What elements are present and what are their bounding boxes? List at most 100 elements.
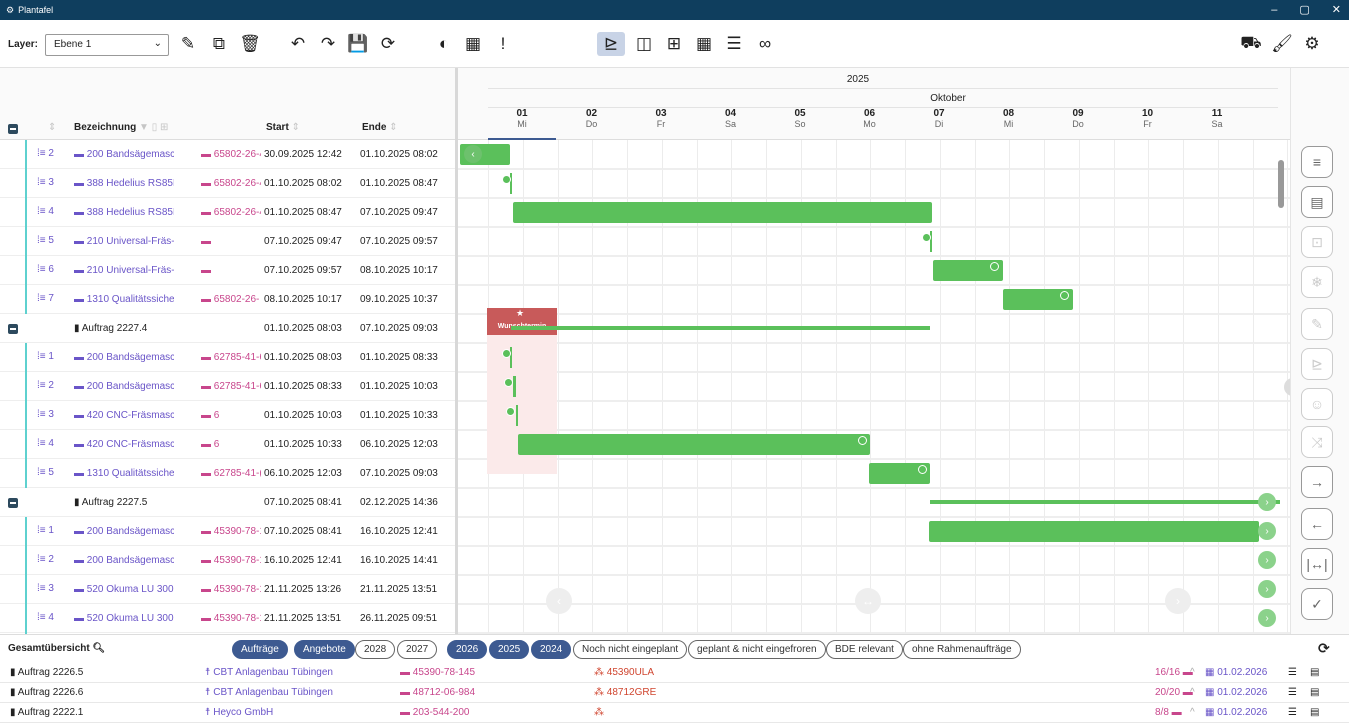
filter-chip[interactable]: 2025: [489, 640, 530, 659]
collapse-icon[interactable]: [8, 324, 18, 334]
filter-chip[interactable]: geplant & nicht eingefroren: [688, 640, 826, 659]
summary-bar[interactable]: [511, 326, 930, 330]
reload-icon[interactable]: ⟳: [1318, 640, 1330, 657]
numbered-list-icon[interactable]: ≡: [1301, 146, 1333, 178]
overview-code[interactable]: ⁂ 48712GRE: [594, 687, 656, 698]
next-arrow-icon[interactable]: ›: [1258, 551, 1276, 569]
overview-customer[interactable]: ☨ CBT Anlagenbau Tübingen: [205, 687, 333, 698]
overview-row[interactable]: ▮ Auftrag 2226.6 ☨ CBT Anlagenbau Tübinge…: [0, 683, 1349, 703]
overview-row[interactable]: ▮ Auftrag 2222.1 ☨ Heyco GmbH ▬ 203-544-20…: [0, 703, 1349, 723]
status-check-icon[interactable]: [918, 465, 927, 474]
grid-view-icon[interactable]: ⊞: [664, 32, 684, 56]
list-view-icon[interactable]: ☰: [724, 32, 744, 56]
table-icon[interactable]: ▤: [1310, 667, 1319, 678]
chevron-up-icon[interactable]: ^: [1190, 667, 1195, 678]
filter-chip[interactable]: 2028: [355, 640, 396, 659]
scroll-right-icon[interactable]: ›: [1165, 588, 1191, 614]
filter-chip[interactable]: Angebote: [294, 640, 355, 659]
overview-customer[interactable]: ☨ CBT Anlagenbau Tübingen: [205, 667, 333, 678]
day-header[interactable]: 04 Sa: [697, 108, 765, 129]
overview-customer[interactable]: ☨ Heyco GmbH: [205, 707, 273, 718]
gear-icon[interactable]: ⚙: [1302, 32, 1322, 56]
article-ref[interactable]: ▬ 62785-41-6: [201, 352, 261, 363]
collapse-all-icon[interactable]: [8, 124, 18, 134]
machine-name[interactable]: ▬ 388 Hedelius RS85K: [74, 178, 174, 189]
close-button[interactable]: ✕: [1332, 0, 1341, 20]
machine-name[interactable]: ▬ 210 Universal-Fräs- und Bohrmaschine: [74, 236, 174, 247]
overview-ref[interactable]: ▬ 203-544-200: [400, 707, 470, 718]
status-check-icon[interactable]: [502, 349, 511, 358]
exclamation-icon[interactable]: !: [493, 32, 513, 56]
snowflake-icon[interactable]: ❄: [1301, 266, 1333, 298]
day-header[interactable]: 10 Fr: [1114, 108, 1182, 129]
article-ref[interactable]: ▬ 65802-26-441: [201, 178, 261, 189]
delete-trash-icon[interactable]: 🗑: [239, 32, 261, 56]
article-ref[interactable]: ▬ 65802-26-441: [201, 207, 261, 218]
overview-ref[interactable]: ▬ 45390-78-145: [400, 667, 475, 678]
edit-pencil-icon[interactable]: ✎: [178, 32, 198, 56]
status-check-icon[interactable]: [922, 233, 931, 242]
article-ref[interactable]: ▬ 62785-41-(: [201, 468, 261, 479]
overview-code[interactable]: ⁂: [594, 707, 604, 718]
check-icon[interactable]: ✓: [1301, 588, 1333, 620]
machine-name[interactable]: ▬ 200 Bandsägemaschine: [74, 381, 174, 392]
list-icon[interactable]: ☰: [1288, 707, 1297, 718]
article-ref[interactable]: ▬ 6: [201, 410, 261, 421]
day-header[interactable]: 03 Fr: [627, 108, 695, 129]
layer-select[interactable]: Ebene 1 ⌄: [45, 34, 169, 56]
day-header[interactable]: 08 Mi: [975, 108, 1043, 129]
machine-name[interactable]: ▬ 200 Bandsägemaschine: [74, 149, 174, 160]
list-icon[interactable]: ☰: [1288, 667, 1297, 678]
filter-chip[interactable]: 2027: [397, 640, 438, 659]
filter-chip[interactable]: Aufträge: [232, 640, 288, 659]
chevron-up-icon[interactable]: ^: [1190, 687, 1195, 698]
gantt-bar[interactable]: [513, 202, 932, 223]
machine-name[interactable]: ▬ 1310 Qualitätssicherung: [74, 468, 174, 479]
article-ref[interactable]: ▬ 6: [201, 439, 261, 450]
gantt-bar[interactable]: [929, 521, 1259, 542]
list-icon[interactable]: ☰: [1288, 687, 1297, 698]
gantt-view-icon[interactable]: ⊵: [597, 32, 625, 56]
filter-chip[interactable]: 2024: [531, 640, 572, 659]
article-ref[interactable]: ▬ 65802-26-: [201, 294, 261, 305]
article-ref[interactable]: ▬ 62785-41-6: [201, 381, 261, 392]
filter-chip[interactable]: ohne Rahmenaufträge: [903, 640, 1021, 659]
day-header[interactable]: 05 So: [766, 108, 834, 129]
article-ref[interactable]: ▬: [201, 236, 261, 247]
vertical-scrollbar[interactable]: [1278, 160, 1284, 208]
minimize-button[interactable]: –: [1271, 0, 1277, 20]
scroll-left-icon[interactable]: ‹: [546, 588, 572, 614]
collapse-icon[interactable]: [8, 498, 18, 508]
save-icon[interactable]: 💾: [347, 32, 368, 56]
fit-range-icon[interactable]: ↔: [855, 588, 881, 614]
article-ref[interactable]: ▬ 45390-78-145 ,: [201, 584, 261, 595]
chevron-up-icon[interactable]: ^: [1190, 707, 1195, 718]
status-check-icon[interactable]: [1060, 291, 1069, 300]
next-arrow-icon[interactable]: ›: [1258, 522, 1276, 540]
gantt-icon[interactable]: ⊵: [1301, 348, 1333, 380]
copy-icon[interactable]: ⧉: [209, 32, 229, 56]
summary-bar[interactable]: [930, 500, 1280, 504]
filter-chip[interactable]: BDE relevant: [826, 640, 903, 659]
overview-code[interactable]: ⁂ 45390ULA: [594, 667, 654, 678]
maximize-button[interactable]: ▢: [1299, 0, 1309, 20]
shuffle-icon[interactable]: ⤨: [1301, 426, 1333, 458]
status-check-icon[interactable]: [506, 407, 515, 416]
next-arrow-icon[interactable]: ›: [1258, 493, 1276, 511]
columns-view-icon[interactable]: ◫: [634, 32, 654, 56]
search-input[interactable]: [112, 639, 222, 659]
next-arrow-icon[interactable]: ›: [1258, 609, 1276, 627]
status-check-icon[interactable]: [504, 378, 513, 387]
refresh-icon[interactable]: ⟳: [378, 32, 398, 56]
machine-name[interactable]: ▬ 520 Okuma LU 300: [74, 584, 174, 595]
filter-chip[interactable]: Noch nicht eingeplant: [573, 640, 688, 659]
overview-ref[interactable]: ▬ 48712-06-984: [400, 687, 475, 698]
machine-name[interactable]: ▬ 388 Hedelius RS85K: [74, 207, 174, 218]
briefcase-icon[interactable]: ⊡: [1301, 226, 1333, 258]
prev-arrow-icon[interactable]: ‹: [464, 145, 482, 163]
gantt-bar[interactable]: [513, 376, 516, 397]
status-check-icon[interactable]: [990, 262, 999, 271]
day-header[interactable]: 11 Sa: [1183, 108, 1251, 129]
calendar-icon[interactable]: ▦: [463, 32, 483, 56]
table-icon[interactable]: ▤: [1301, 186, 1333, 218]
